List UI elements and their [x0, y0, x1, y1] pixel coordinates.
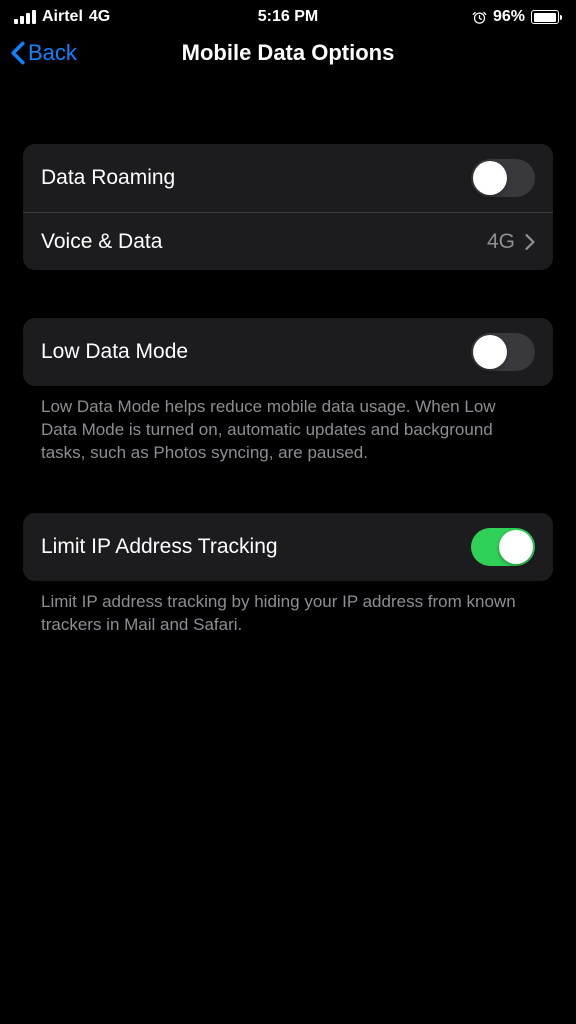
limit-ip-tracking-footer: Limit IP address tracking by hiding your… [23, 581, 553, 637]
limit-ip-tracking-label: Limit IP Address Tracking [41, 535, 278, 559]
back-label: Back [28, 40, 77, 66]
toggle-knob [473, 161, 507, 195]
voice-data-value: 4G [487, 230, 515, 254]
voice-data-value-container: 4G [487, 230, 535, 254]
voice-data-label: Voice & Data [41, 230, 162, 254]
section-low-data-mode: Low Data Mode Low Data Mode helps reduce… [23, 318, 553, 465]
cell-group: Data Roaming Voice & Data 4G [23, 144, 553, 270]
clock-label: 5:16 PM [258, 8, 318, 26]
alarm-icon [472, 10, 487, 25]
data-roaming-cell[interactable]: Data Roaming [23, 144, 553, 212]
network-label: 4G [89, 8, 110, 26]
nav-header: Back Mobile Data Options [0, 30, 576, 80]
low-data-mode-cell[interactable]: Low Data Mode [23, 318, 553, 386]
content: Data Roaming Voice & Data 4G Low Data Mo… [0, 144, 576, 637]
toggle-knob [473, 335, 507, 369]
data-roaming-toggle[interactable] [471, 159, 535, 197]
status-right: 96% [472, 8, 562, 26]
status-left: Airtel 4G [14, 8, 110, 26]
back-button[interactable]: Back [10, 40, 77, 66]
section-data-roaming: Data Roaming Voice & Data 4G [23, 144, 553, 270]
section-limit-ip-tracking: Limit IP Address Tracking Limit IP addre… [23, 513, 553, 637]
limit-ip-tracking-cell[interactable]: Limit IP Address Tracking [23, 513, 553, 581]
cell-group: Low Data Mode [23, 318, 553, 386]
toggle-knob [499, 530, 533, 564]
low-data-mode-toggle[interactable] [471, 333, 535, 371]
page-title: Mobile Data Options [182, 40, 395, 66]
status-bar: Airtel 4G 5:16 PM 96% [0, 0, 576, 30]
chevron-right-icon [525, 234, 535, 250]
data-roaming-label: Data Roaming [41, 166, 175, 190]
low-data-mode-label: Low Data Mode [41, 340, 188, 364]
low-data-mode-footer: Low Data Mode helps reduce mobile data u… [23, 386, 553, 465]
cell-group: Limit IP Address Tracking [23, 513, 553, 581]
battery-percent: 96% [493, 8, 525, 26]
chevron-left-icon [10, 41, 26, 65]
limit-ip-tracking-toggle[interactable] [471, 528, 535, 566]
battery-icon [531, 10, 562, 24]
voice-data-cell[interactable]: Voice & Data 4G [23, 212, 553, 270]
signal-icon [14, 10, 36, 24]
carrier-label: Airtel [42, 8, 83, 26]
